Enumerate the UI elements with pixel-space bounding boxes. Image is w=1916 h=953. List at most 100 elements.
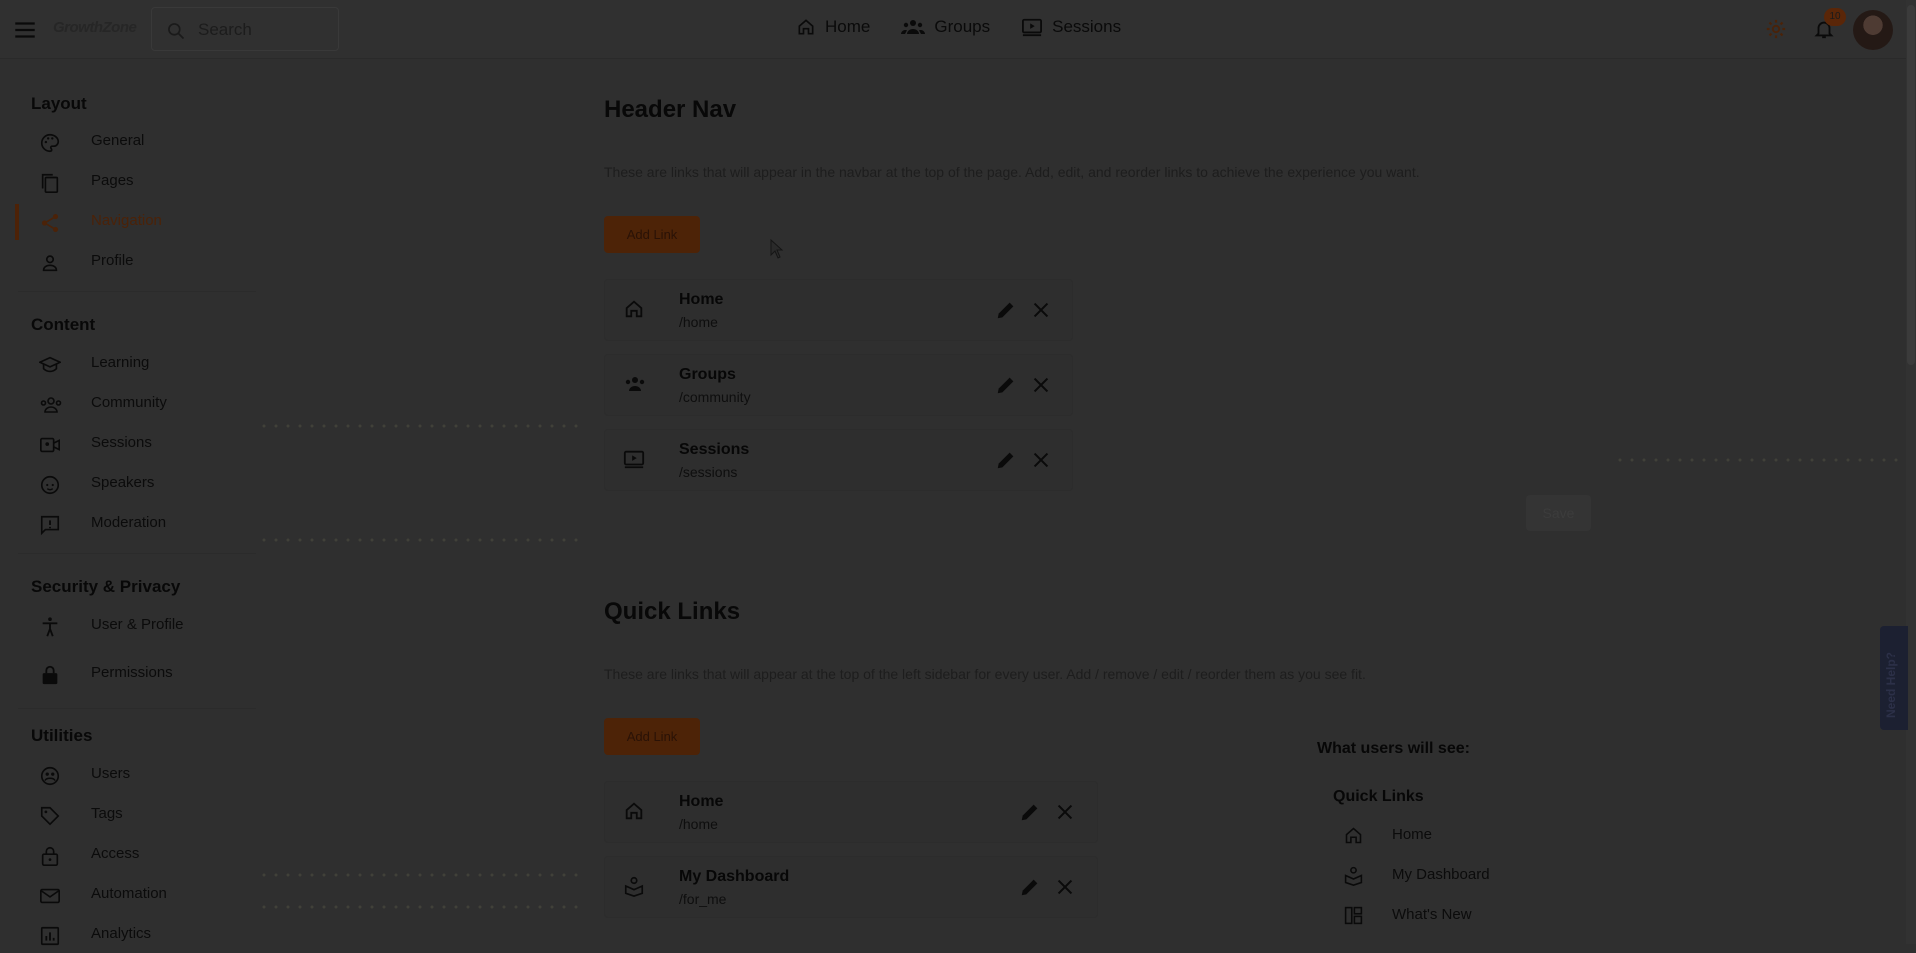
- pencil-icon[interactable]: [995, 449, 1017, 471]
- sidebar-item-sessions[interactable]: Sessions: [0, 426, 256, 462]
- decorative-dots: [1614, 458, 1902, 462]
- pages-icon: [41, 173, 59, 193]
- quick-link-card[interactable]: Home /home: [604, 781, 1098, 843]
- topnav-home-label: Home: [825, 17, 871, 36]
- decorative-dots: [258, 538, 584, 542]
- preview-title: What users will see:: [1317, 740, 1470, 757]
- section-title-security: Security & Privacy: [31, 577, 181, 596]
- mail-icon: [40, 888, 60, 904]
- sidebar-item-user-profile[interactable]: User & Profile: [0, 608, 256, 644]
- notification-badge: 10: [1824, 8, 1846, 26]
- quick-links-description: These are links that will appear at the …: [604, 666, 1366, 682]
- decorative-dots: [258, 873, 584, 877]
- settings-sidebar: Layout General Pages Navigation Profile …: [0, 58, 256, 946]
- preview-item-label: What's New: [1392, 906, 1472, 923]
- dashboard-icon: [1344, 906, 1363, 925]
- sidebar-item-general[interactable]: General: [0, 124, 256, 160]
- close-icon[interactable]: [1030, 449, 1052, 471]
- topnav-sessions[interactable]: Sessions: [1021, 17, 1121, 37]
- sidebar-item-automation[interactable]: Automation: [0, 877, 256, 913]
- sidebar-item-profile[interactable]: Profile: [0, 244, 256, 280]
- scrollbar-thumb[interactable]: [1907, 5, 1915, 365]
- link-title: Home: [679, 291, 724, 308]
- decorative-dots: [258, 424, 584, 428]
- header-nav-link-card[interactable]: Groups /community: [604, 354, 1073, 416]
- sidebar-item-label: Pages: [91, 172, 134, 189]
- preview-item-label: Home: [1392, 826, 1433, 843]
- dashboard-person-icon: [624, 876, 644, 897]
- close-icon[interactable]: [1054, 801, 1076, 823]
- sidebar-divider: [18, 708, 256, 709]
- sidebar-item-permissions[interactable]: Permissions: [0, 656, 256, 692]
- need-help-tab[interactable]: Need Help?: [1880, 626, 1908, 730]
- avatar[interactable]: [1853, 10, 1893, 50]
- sidebar-item-analytics[interactable]: Analytics: [0, 917, 256, 953]
- sidebar-item-users[interactable]: Users: [0, 757, 256, 793]
- lock-icon: [42, 665, 58, 685]
- topnav-home[interactable]: Home: [796, 17, 870, 37]
- settings-gear-icon[interactable]: [1765, 18, 1787, 40]
- header-nav-title: Header Nav: [604, 96, 737, 123]
- topnav-groups[interactable]: Groups: [901, 17, 990, 37]
- groups-icon: [625, 377, 645, 391]
- sidebar-item-moderation[interactable]: Moderation: [0, 506, 256, 542]
- section-title-utilities: Utilities: [31, 726, 93, 745]
- pencil-icon[interactable]: [995, 374, 1017, 396]
- pencil-icon[interactable]: [1019, 876, 1041, 898]
- link-path: /sessions: [679, 464, 738, 480]
- quick-links-add-link-button[interactable]: Add Link: [604, 718, 700, 755]
- menu-icon[interactable]: [12, 17, 38, 43]
- save-button[interactable]: Save: [1526, 495, 1591, 531]
- link-title: Groups: [679, 366, 736, 383]
- share-icon: [41, 214, 59, 232]
- search-icon: [168, 23, 185, 40]
- top-bar: GrowthZone Home Groups Sessions 10: [0, 0, 1906, 59]
- sidebar-item-navigation[interactable]: Navigation: [0, 204, 256, 240]
- close-icon[interactable]: [1030, 299, 1052, 321]
- header-nav-link-card[interactable]: Sessions /sessions: [604, 429, 1073, 491]
- sidebar-item-label: Sessions: [91, 434, 152, 451]
- sessions-icon: [1022, 18, 1043, 37]
- video-icon: [40, 437, 60, 453]
- header-nav-add-link-button[interactable]: Add Link: [604, 216, 700, 253]
- cursor-icon: [770, 239, 784, 259]
- tag-icon: [40, 806, 60, 826]
- preview-item-label: My Dashboard: [1392, 866, 1490, 883]
- sidebar-item-label: Learning: [91, 354, 150, 371]
- sidebar-item-label: User & Profile: [91, 616, 184, 633]
- pencil-icon[interactable]: [995, 299, 1017, 321]
- close-icon[interactable]: [1054, 876, 1076, 898]
- sidebar-item-label: Speakers: [91, 474, 155, 491]
- accessibility-icon: [42, 617, 58, 637]
- section-title-content: Content: [31, 315, 96, 334]
- groups-icon: [40, 397, 62, 413]
- sidebar-item-label: Analytics: [91, 925, 152, 942]
- need-help-label: Need Help?: [1884, 651, 1898, 718]
- sidebar-divider: [18, 291, 256, 292]
- search-box[interactable]: [151, 7, 339, 51]
- link-path: /home: [679, 314, 718, 330]
- groups-icon: [901, 20, 926, 34]
- sidebar-item-learning[interactable]: Learning: [0, 346, 256, 382]
- home-icon: [798, 19, 814, 35]
- quick-links-title: Quick Links: [604, 598, 741, 625]
- sidebar-item-label: Navigation: [91, 212, 162, 229]
- sidebar-item-label: Automation: [91, 885, 167, 902]
- sidebar-item-label: Access: [91, 845, 140, 862]
- users-icon: [40, 766, 60, 786]
- header-nav-link-card[interactable]: Home /home: [604, 279, 1073, 341]
- search-input[interactable]: [196, 18, 335, 42]
- sidebar-item-speakers[interactable]: Speakers: [0, 466, 256, 502]
- header-nav-description: These are links that will appear in the …: [604, 164, 1420, 180]
- app-logo[interactable]: GrowthZone: [53, 19, 137, 36]
- sidebar-item-pages[interactable]: Pages: [0, 164, 256, 200]
- quick-link-card[interactable]: My Dashboard /for_me: [604, 856, 1098, 918]
- palette-icon: [41, 133, 60, 153]
- report-icon: [40, 515, 60, 536]
- close-icon[interactable]: [1030, 374, 1052, 396]
- sidebar-item-label: Users: [91, 765, 131, 782]
- sidebar-item-community[interactable]: Community: [0, 386, 256, 422]
- pencil-icon[interactable]: [1019, 801, 1041, 823]
- sidebar-item-access[interactable]: Access: [0, 837, 256, 873]
- sidebar-item-tags[interactable]: Tags: [0, 797, 256, 833]
